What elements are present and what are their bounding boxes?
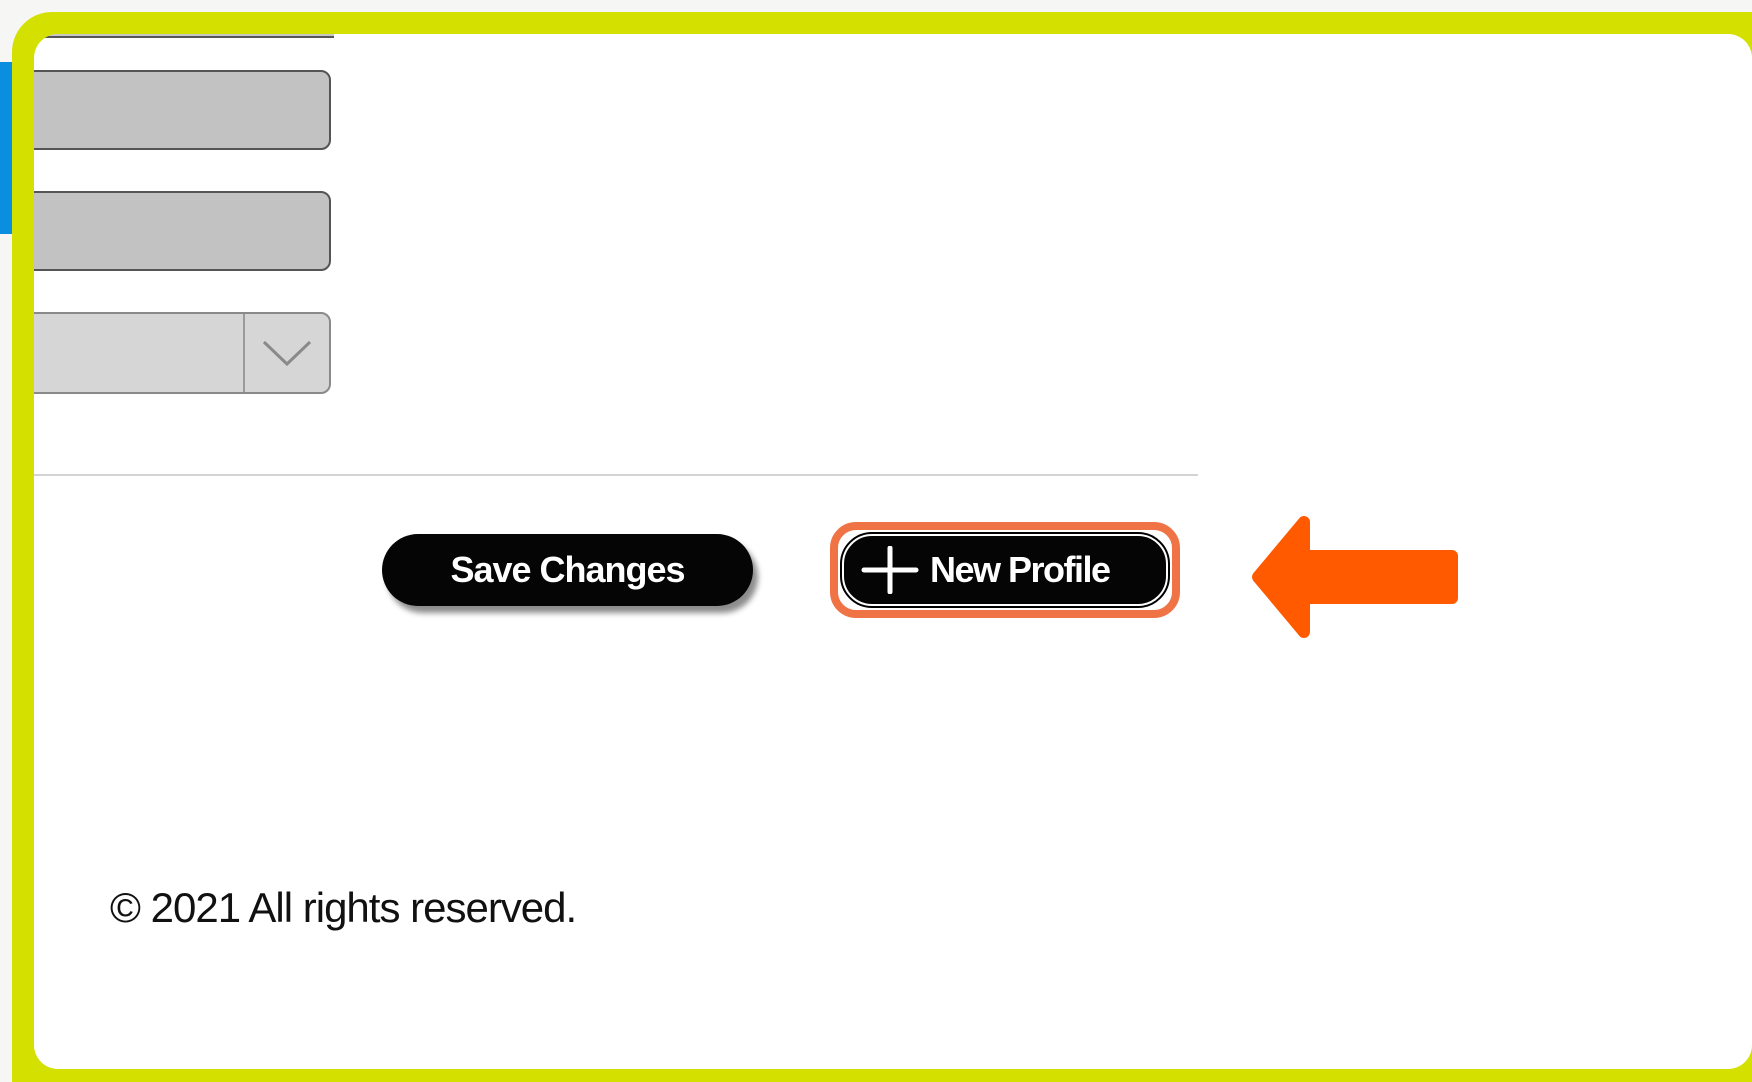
section-divider	[34, 474, 1198, 476]
new-profile-label: New Profile	[930, 549, 1111, 590]
cropped-field	[34, 34, 334, 38]
dropdown-value	[34, 314, 243, 392]
dropdown-select[interactable]	[34, 312, 331, 394]
copyright-text: © 2021 All rights reserved.	[110, 884, 577, 931]
chevron-down-icon[interactable]	[245, 314, 329, 392]
save-changes-button[interactable]: Save Changes	[382, 534, 753, 606]
settings-panel: Save Changes New Profile © 2021 All righ…	[34, 34, 1752, 1069]
arrow-left-icon	[1252, 516, 1458, 638]
save-changes-label: Save Changes	[450, 549, 685, 590]
text-field-1[interactable]	[34, 70, 331, 150]
plus-icon	[861, 546, 919, 594]
text-field-2[interactable]	[34, 191, 331, 271]
new-profile-button[interactable]: New Profile	[840, 532, 1170, 608]
new-profile-highlight: New Profile	[830, 522, 1180, 618]
